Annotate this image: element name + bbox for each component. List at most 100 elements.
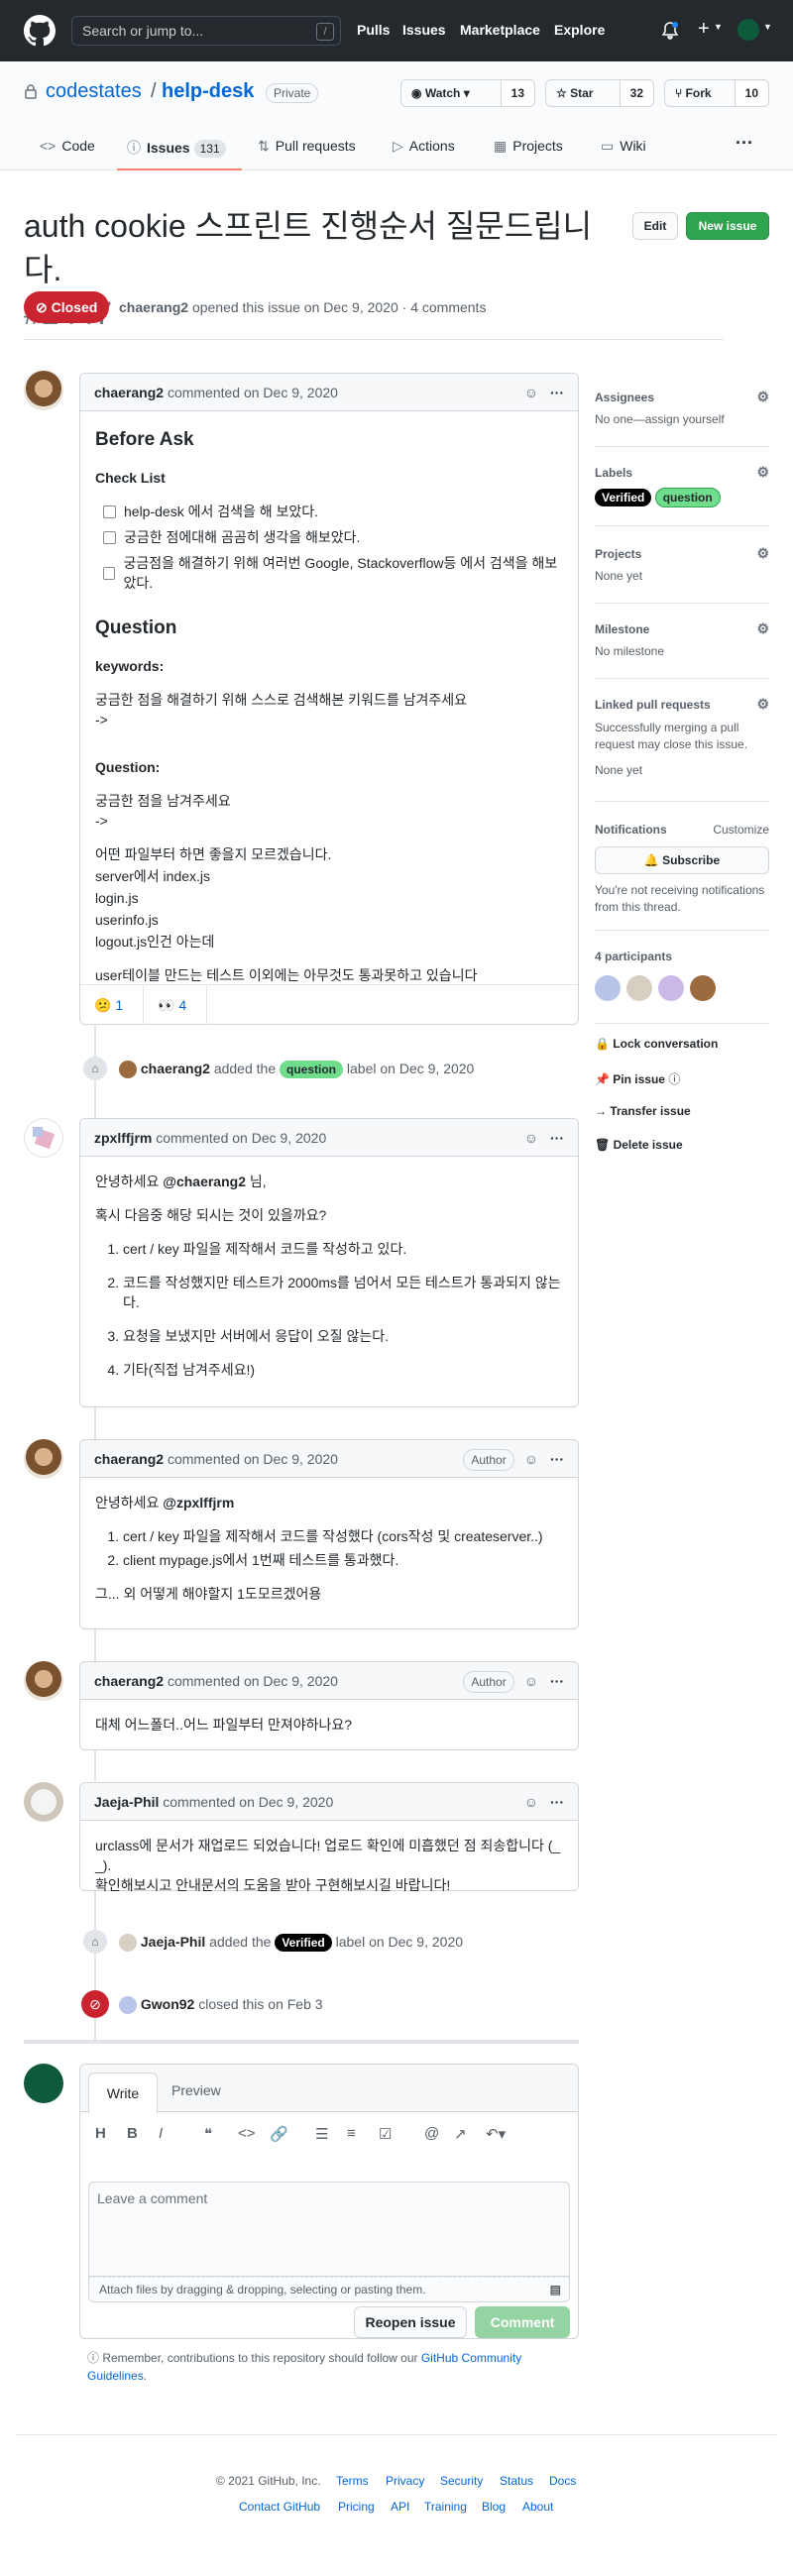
italic-icon[interactable]: I (159, 2125, 163, 2142)
avatar[interactable] (119, 1996, 137, 2015)
mention-icon[interactable]: @ (424, 2125, 439, 2142)
fork-button[interactable]: ⑂ Fork 10 (664, 79, 769, 107)
comment-author[interactable]: zpxlffjrm (94, 1130, 152, 1146)
avatar[interactable] (626, 975, 652, 1001)
event-actor[interactable]: Jaeja-Phil (141, 1934, 205, 1950)
comment-submit-button[interactable]: Comment (475, 2306, 570, 2338)
avatar[interactable] (24, 371, 63, 410)
comment-timestamp[interactable]: commented on Dec 9, 2020 (168, 385, 338, 400)
search-input[interactable]: Search or jump to... / (71, 16, 341, 46)
github-logo-icon[interactable] (24, 15, 56, 47)
tab-wiki[interactable]: ▭ Wiki (601, 138, 646, 155)
kebab-menu-icon[interactable]: ··· (550, 1451, 564, 1467)
footer-link-privacy[interactable]: Privacy (386, 2474, 424, 2488)
event-actor[interactable]: Gwon92 (141, 1996, 194, 2012)
avatar[interactable] (24, 1661, 63, 1701)
smiley-icon[interactable]: ☺ (524, 1794, 538, 1810)
gear-icon[interactable]: ⚙ (756, 545, 769, 562)
reaction-eyes[interactable]: 👀 4 (144, 985, 207, 1025)
user-mention[interactable]: @chaerang2 (163, 1174, 246, 1189)
comment-timestamp[interactable]: commented on Dec 9, 2020 (163, 1794, 333, 1810)
smiley-icon[interactable]: ☺ (524, 1130, 538, 1146)
reaction-confused[interactable]: 😕 1 (80, 985, 144, 1025)
comment-timestamp[interactable]: commented on Dec 9, 2020 (168, 1673, 338, 1689)
avatar[interactable] (595, 975, 621, 1001)
reply-icon[interactable]: ↶▾ (486, 2125, 506, 2143)
pin-issue-button[interactable]: 📌 Pin issue ⓘ (595, 1070, 680, 1087)
watch-button[interactable]: ◉ Watch ▾ 13 (400, 79, 535, 107)
footer-link-blog[interactable]: Blog (482, 2500, 506, 2514)
bold-icon[interactable]: B (127, 2125, 138, 2142)
customize-link[interactable]: Customize (713, 823, 769, 837)
sidebar-title[interactable]: Assignees (595, 391, 654, 404)
avatar[interactable] (24, 1118, 63, 1158)
code-icon[interactable]: <> (238, 2125, 256, 2142)
tab-preview[interactable]: Preview (171, 2082, 221, 2098)
kebab-menu-icon[interactable]: ··· (550, 1130, 564, 1146)
sidebar-title[interactable]: Milestone (595, 622, 649, 636)
fork-count[interactable]: 10 (734, 80, 768, 106)
avatar[interactable] (119, 1934, 137, 1953)
gear-icon[interactable]: ⚙ (756, 464, 769, 481)
subscribe-button[interactable]: 🔔 Subscribe (595, 846, 769, 874)
footer-link-terms[interactable]: Terms (336, 2474, 369, 2488)
smiley-icon[interactable]: ☺ (524, 1673, 538, 1689)
avatar[interactable] (24, 1439, 63, 1479)
comment-author[interactable]: Jaeja-Phil (94, 1794, 159, 1810)
avatar[interactable] (24, 1782, 63, 1822)
label-verified[interactable]: Verified (275, 1934, 332, 1952)
comment-author[interactable]: chaerang2 (94, 385, 164, 400)
bulleted-list-icon[interactable]: ☰ (315, 2125, 328, 2143)
footer-link-api[interactable]: API (391, 2500, 409, 2514)
footer-link-docs[interactable]: Docs (549, 2474, 576, 2488)
avatar[interactable] (24, 2064, 63, 2103)
kebab-menu-icon[interactable]: ··· (550, 385, 564, 400)
tab-issues[interactable]: ⓘ Issues 131 (127, 138, 226, 158)
sidebar-title[interactable]: Labels (595, 466, 632, 480)
nav-marketplace[interactable]: Marketplace (460, 22, 540, 38)
comment-textarea[interactable]: Leave a comment (88, 2182, 570, 2277)
nav-issues[interactable]: Issues (402, 22, 446, 38)
lock-conversation-button[interactable]: 🔒 Lock conversation (595, 1037, 718, 1051)
event-actor[interactable]: chaerang2 (141, 1061, 210, 1076)
task-checkbox[interactable] (103, 504, 116, 518)
kebab-menu-icon[interactable]: ··· (550, 1794, 564, 1810)
quote-icon[interactable]: ❝ (204, 2125, 212, 2143)
tab-projects[interactable]: ▦ Projects (494, 138, 563, 155)
comment-author[interactable]: chaerang2 (94, 1673, 164, 1689)
gear-icon[interactable]: ⚙ (756, 620, 769, 637)
numbered-list-icon[interactable]: ≡ (347, 2125, 356, 2142)
edit-button[interactable]: Edit (632, 212, 678, 240)
star-button[interactable]: ☆ Star 32 (545, 79, 654, 107)
watch-count[interactable]: 13 (500, 80, 534, 106)
user-avatar[interactable] (737, 19, 759, 41)
footer-link-contact[interactable]: Contact GitHub (239, 2500, 320, 2514)
avatar[interactable] (690, 975, 716, 1001)
avatar[interactable] (658, 975, 684, 1001)
comment-timestamp[interactable]: commented on Dec 9, 2020 (168, 1451, 338, 1467)
task-list-icon[interactable]: ☑ (379, 2125, 392, 2143)
tab-code[interactable]: <> Code (40, 138, 95, 154)
bell-icon[interactable] (662, 22, 678, 40)
nav-pulls[interactable]: Pulls (357, 22, 390, 38)
kebab-menu-icon[interactable]: ··· (550, 1673, 564, 1689)
transfer-issue-button[interactable]: → Transfer issue (595, 1104, 691, 1118)
label-question[interactable]: question (280, 1061, 344, 1078)
user-mention[interactable]: @zpxlffjrm (163, 1495, 234, 1511)
link-icon[interactable]: 🔗 (270, 2125, 288, 2143)
smiley-icon[interactable]: ☺ (524, 385, 538, 400)
assignees-value[interactable]: No one—assign yourself (595, 412, 769, 426)
gear-icon[interactable]: ⚙ (756, 696, 769, 713)
footer-link-about[interactable]: About (522, 2500, 553, 2514)
nav-explore[interactable]: Explore (554, 22, 605, 38)
issue-author-link[interactable]: chaerang2 (119, 299, 188, 315)
delete-issue-button[interactable]: 🗑 Delete issue (595, 1138, 683, 1152)
reopen-issue-button[interactable]: Reopen issue (354, 2306, 467, 2338)
cross-reference-icon[interactable]: ↗ (454, 2125, 467, 2143)
footer-link-security[interactable]: Security (440, 2474, 483, 2488)
task-checkbox[interactable] (103, 530, 116, 544)
label-verified[interactable]: Verified (595, 489, 652, 506)
new-issue-button[interactable]: New issue (686, 212, 769, 240)
label-question[interactable]: question (654, 488, 721, 507)
tab-pull-requests[interactable]: ⇅ Pull requests (258, 138, 356, 155)
